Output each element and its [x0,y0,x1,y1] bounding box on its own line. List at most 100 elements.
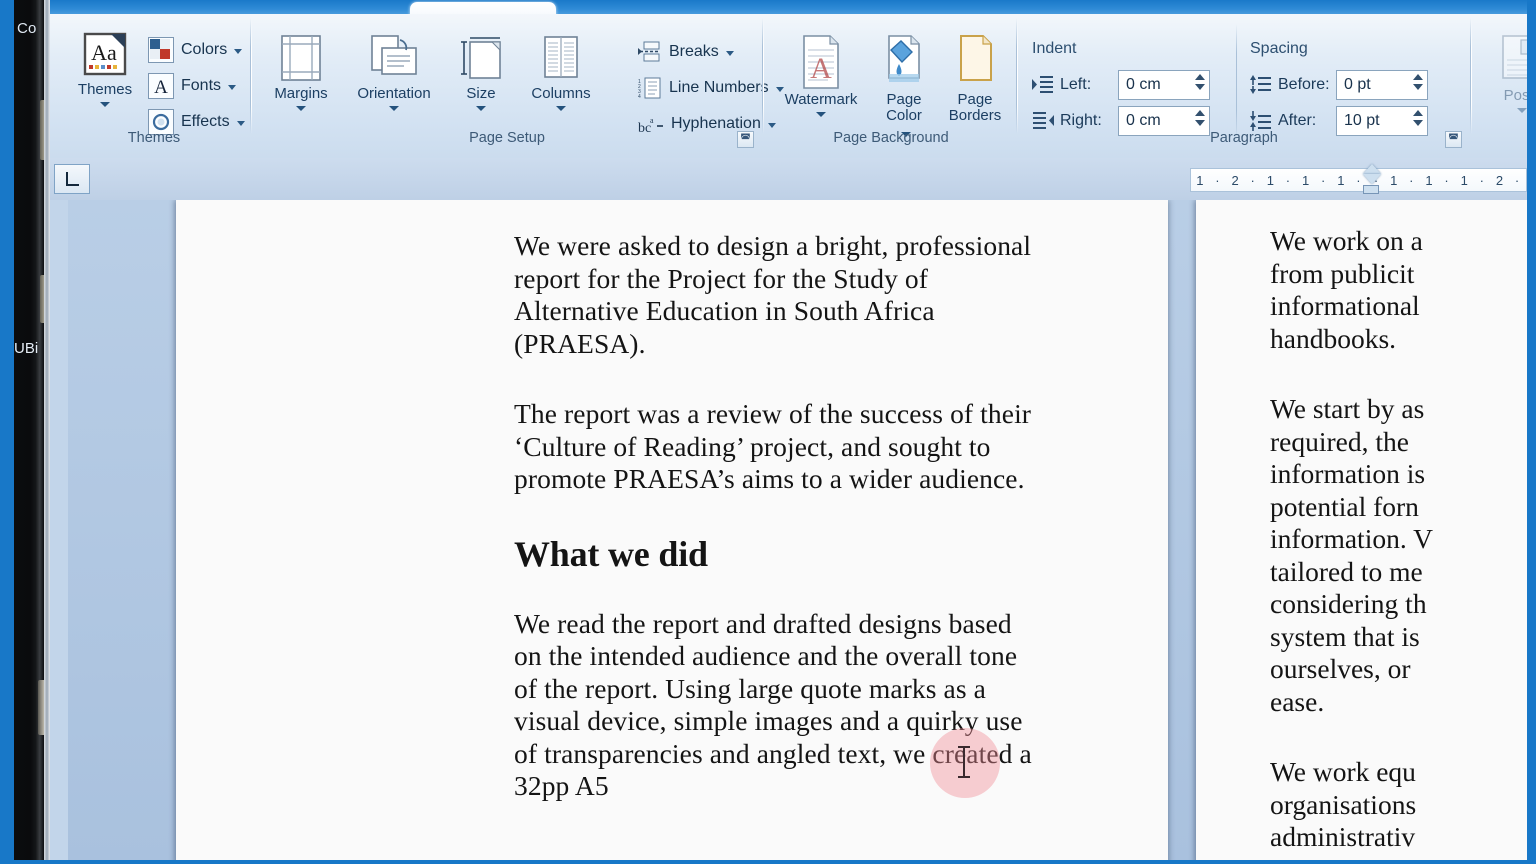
ribbon-group-page-setup: Margins Orientation Size Columns Breaks … [256,20,784,152]
ruler-tick: 1 [1266,172,1274,188]
tab-stop-selector[interactable] [54,164,90,194]
page-background-group-label: Page Background [833,130,949,146]
page-2-paragraph-1: We work on a from publicit informational… [1270,225,1527,355]
position-icon [1499,34,1527,86]
columns-dropdown-arrow[interactable] [556,106,566,111]
breaks-button[interactable]: Breaks [638,38,734,66]
horizontal-ruler[interactable]: 1 · 2 · 1 · 1 · 1 · · 1 · 1 · 1 · 2 · [1190,168,1527,192]
svg-text:Aa: Aa [91,40,117,65]
ruler-band: 1 · 2 · 1 · 1 · 1 · · 1 · 1 · 1 · 2 · [50,158,1527,200]
size-dropdown-arrow[interactable] [476,106,486,111]
svg-text:A: A [154,77,168,98]
ruler-tick: · [1250,172,1255,188]
themes-icon: Aa [80,30,130,80]
indent-left-spinner[interactable] [1193,73,1207,97]
spacing-before-row: Before: 0 pt [1250,70,1428,100]
canvas-left-gutter [50,200,68,860]
position-dropdown-arrow[interactable] [1517,108,1527,113]
spacing-after-value: 10 pt [1344,112,1380,129]
watermark-button[interactable]: A Watermark [774,34,868,117]
ribbon: Aa Themes Colors A Fonts Effects Themes … [50,14,1527,159]
page-borders-button-label: Page Borders [948,91,1002,124]
colors-button-label: Colors [181,41,228,58]
spacing-after-label: After: [1278,112,1317,129]
margins-dropdown-arrow[interactable] [296,106,306,111]
page-color-button-label: Page Color [886,91,922,124]
columns-button[interactable]: Columns [518,34,604,111]
page-2-line-15: We work equ [1270,756,1416,787]
indent-left-label: Left: [1060,76,1092,93]
margins-icon [278,34,324,84]
margins-button[interactable]: Margins [262,34,340,111]
orientation-button[interactable]: Orientation [342,34,446,111]
page-2-line-5: We start by as [1270,393,1425,424]
themes-button[interactable]: Aa Themes [66,30,144,107]
page-2-line-10: tailored to me [1270,555,1423,587]
page-color-icon [881,34,927,90]
paragraph-inner-divider [1236,24,1237,140]
page-setup-group-label: Page Setup [469,130,545,146]
themes-dropdown-arrow[interactable] [100,102,110,107]
group-divider-2b [763,18,764,134]
screen-frame: Co UBi Aa Themes Colors A Fonts Effects … [0,0,1536,864]
fonts-button[interactable]: A Fonts [148,72,237,100]
themes-button-label: Themes [77,81,133,98]
svg-text:4: 4 [638,94,641,99]
indent-marker[interactable] [1363,164,1381,198]
colors-button[interactable]: Colors [148,36,243,64]
ruler-tick: · [1514,172,1520,188]
colors-dropdown-arrow[interactable] [234,49,243,54]
watermark-button-label: Watermark [784,91,858,108]
ribbon-group-paragraph: Indent Left: 0 cm Right: 0 cm Spacing Be… [1022,20,1466,152]
indent-right-value: 0 cm [1126,112,1161,129]
fonts-dropdown-arrow[interactable] [228,85,237,90]
first-line-indent-marker[interactable] [1363,164,1381,174]
breaks-dropdown-arrow[interactable] [725,51,734,56]
margins-button-label: Margins [274,85,328,102]
orientation-button-label: Orientation [357,85,431,102]
ruler-tick: 1 [1460,172,1468,188]
document-page-2[interactable]: We work on a from publicit informational… [1196,200,1527,860]
spacing-before-field[interactable]: 0 pt [1336,70,1428,100]
effects-button-label: Effects [181,113,230,130]
left-indent-marker[interactable] [1363,185,1379,194]
desktop-left-strip [14,0,50,864]
page-2-line-13: ourselves, or [1270,653,1411,684]
page-borders-button[interactable]: Page Borders [940,34,1010,124]
size-button[interactable]: Size [448,34,514,111]
page-2-line-14: ease. [1270,685,1325,717]
document-canvas[interactable]: We were asked to design a bright, profes… [50,200,1527,860]
effects-dropdown-arrow[interactable] [236,121,245,126]
orientation-dropdown-arrow[interactable] [389,106,399,111]
page-color-button[interactable]: Page Color [868,34,940,142]
page-2-line-2: from publicit [1270,257,1415,289]
line-numbers-icon: 1234 [638,77,662,99]
position-button[interactable]: Positi [1482,34,1527,113]
page-2-line-11: considering th [1270,588,1427,619]
watermark-icon: A [798,34,844,90]
ruler-tick: 1 [1390,172,1398,188]
svg-text:A: A [810,52,832,85]
document-page-1[interactable]: We were asked to design a bright, profes… [176,200,1168,860]
page-2-text-block: We work on a from publicit informational… [1270,225,1527,860]
spacing-before-spinner[interactable] [1411,73,1425,97]
spacing-before-value: 0 pt [1344,76,1371,93]
ruler-tick: · [1479,172,1484,188]
ruler-tick: · [1409,172,1414,188]
indent-right-label: Right: [1060,112,1102,129]
size-icon [456,34,506,84]
line-numbers-button-label: Line Numbers [669,79,769,96]
ibeam-cursor-icon [958,746,970,778]
svg-text:a: a [650,116,654,125]
frame-bottom-border [0,860,1536,864]
indent-left-field[interactable]: 0 cm [1118,70,1210,100]
watermark-dropdown-arrow[interactable] [816,112,826,117]
orientation-icon [368,34,420,84]
paragraph-group-label: Paragraph [1210,130,1278,146]
page-2-paragraph-3: We work equ organisations administrativ [1270,756,1527,854]
desktop-label-bottom: UBi [14,340,39,357]
indent-left-row: Left: 0 cm [1032,70,1210,100]
hanging-indent-marker[interactable] [1363,174,1381,184]
indent-right-icon [1032,111,1054,131]
page-2-paragraph-2: We start by as required, the information… [1270,393,1527,718]
